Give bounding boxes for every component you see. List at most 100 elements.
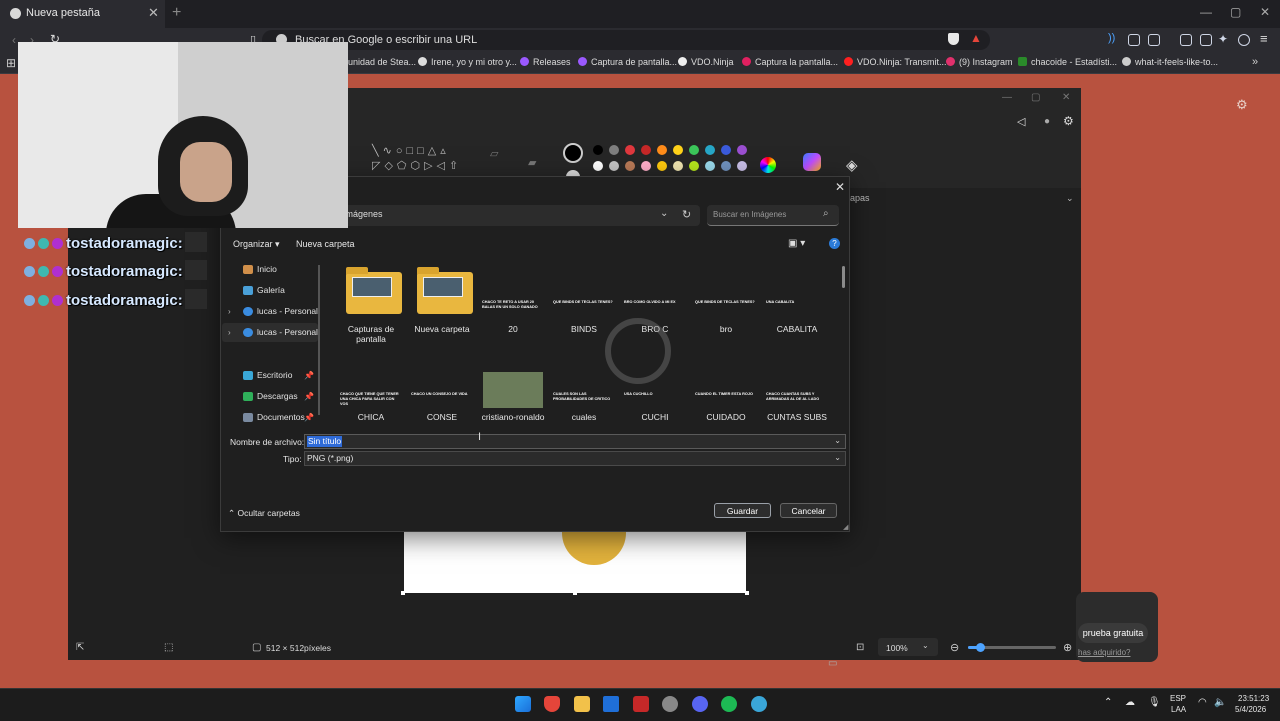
save-button[interactable]: Guardar — [714, 503, 771, 518]
zoom-out-icon[interactable]: ⊖ — [950, 641, 959, 654]
chevron-down-icon[interactable]: ⌄ — [1066, 193, 1074, 204]
color-swatch[interactable] — [689, 161, 699, 171]
brave-shield-icon[interactable] — [948, 33, 959, 45]
nav-item-onedrive-2[interactable]: › lucas - Personal — [222, 323, 318, 342]
copilot-icon[interactable] — [803, 153, 821, 171]
color-swatch[interactable] — [721, 161, 731, 171]
color-swatch[interactable] — [673, 145, 683, 155]
bookmark-vdoninja-transmit[interactable]: VDO.Ninja: Transmit... — [844, 57, 947, 67]
canvas-handle[interactable] — [573, 591, 577, 595]
fill-icon[interactable]: ▰ — [528, 156, 536, 169]
color-swatch[interactable] — [673, 161, 683, 171]
layout-code[interactable]: LAA — [1171, 705, 1186, 714]
cancel-button[interactable]: Cancelar — [780, 503, 837, 518]
filename-input[interactable]: Sin título ⌄ — [304, 434, 846, 449]
maximize-icon[interactable]: ▢ — [1230, 5, 1241, 19]
new-tab-button[interactable]: + — [172, 4, 181, 22]
mic-icon[interactable]: 🎙 — [1148, 697, 1161, 708]
leo-ai-icon[interactable]: ✦ — [1218, 32, 1228, 46]
zoom-slider-thumb[interactable] — [976, 643, 985, 652]
wifi-icon[interactable]: ◠ — [1198, 697, 1207, 708]
file-item[interactable]: CHACO QUE TIENE QUE TENER UNA CHICA PARA… — [338, 362, 404, 442]
nav-item-descargas[interactable]: Descargas 📌 — [222, 387, 318, 406]
clock-date[interactable]: 5/4/2026 — [1235, 705, 1266, 714]
folder-search-input[interactable]: Buscar en Imágenes ⌕ — [707, 205, 839, 226]
color-swatch[interactable] — [609, 161, 619, 171]
edit-colors-icon[interactable] — [760, 157, 776, 173]
color-swatch[interactable] — [641, 145, 651, 155]
color-swatch[interactable] — [737, 145, 747, 155]
bookmark-vdoninja[interactable]: VDO.Ninja — [678, 57, 734, 67]
hide-folders-button[interactable]: ⌃ Ocultar carpetas — [228, 508, 300, 519]
resize-grip-icon[interactable]: ◢ — [843, 523, 848, 531]
file-item[interactable]: CUALES SON LAS PROBABILIDADES DE CRITICO… — [551, 362, 617, 442]
brave-icon[interactable] — [544, 696, 560, 712]
zoom-in-icon[interactable]: ⊕ — [1063, 641, 1072, 654]
nav-item-documentos[interactable]: Documentos 📌 — [222, 408, 318, 427]
apps-icon[interactable]: ⊞ — [6, 56, 16, 70]
color-swatch[interactable] — [721, 145, 731, 155]
wallet-icon[interactable] — [1148, 34, 1160, 46]
new-folder-button[interactable]: Nueva carpeta — [296, 239, 355, 249]
file-item[interactable]: cristiano-ronaldo — [480, 362, 546, 442]
file-item[interactable]: CHACO UN CONSEJO DE VIDA CONSE — [409, 362, 475, 442]
trial-button[interactable]: prueba gratuita — [1078, 623, 1148, 643]
video-app-icon[interactable] — [633, 696, 649, 712]
brave-rewards-icon[interactable]: ▲ — [970, 31, 982, 45]
color-swatch[interactable] — [593, 145, 603, 155]
bookmark-steam[interactable]: unidad de Stea... — [348, 57, 416, 67]
address-breadcrumb[interactable]: Imágenes ⌄ — [340, 205, 700, 226]
volume-icon[interactable]: 🔈 — [1214, 697, 1226, 708]
file-item[interactable]: UNA CABALITA CABALITA — [764, 262, 830, 342]
vpn-icon[interactable] — [1238, 34, 1250, 46]
canvas-handle[interactable] — [401, 591, 405, 595]
paint-minimize-icon[interactable]: — — [1002, 92, 1012, 103]
bookmark-irene[interactable]: Irene, yo y mi otro y... — [418, 57, 517, 67]
bing-icon[interactable] — [603, 696, 619, 712]
dialog-close-icon[interactable]: ✕ — [835, 180, 845, 194]
nav-pane-scrollbar[interactable] — [318, 265, 320, 415]
file-item[interactable]: QUE BINDS DE TECLAS TENES? BINDS — [551, 262, 617, 342]
nav-item-galeria[interactable]: Galería — [222, 281, 318, 300]
file-item[interactable]: CHACO CUANTAS SUBS Y ARRIMADAS AL DE AL … — [764, 362, 830, 442]
extensions-icon[interactable] — [1128, 34, 1140, 46]
color-swatch[interactable] — [625, 161, 635, 171]
view-options-icon[interactable]: ▣ ▾ — [788, 238, 805, 249]
outline-icon[interactable]: ▱ — [490, 147, 498, 160]
github-icon[interactable] — [662, 696, 678, 712]
close-window-icon[interactable]: ✕ — [1260, 5, 1270, 19]
nav-item-onedrive-1[interactable]: › lucas - Personal — [222, 302, 318, 321]
primary-color-selector[interactable] — [563, 143, 583, 163]
menu-icon[interactable]: ≡ — [1260, 31, 1268, 46]
back-icon[interactable]: ‹ — [12, 33, 16, 47]
color-swatch[interactable] — [609, 145, 619, 155]
language-code[interactable]: ESP — [1170, 694, 1186, 703]
paint-maximize-icon[interactable]: ▢ — [1031, 92, 1040, 103]
browser-tab[interactable]: Nueva pestaña ✕ — [0, 0, 165, 28]
close-tab-icon[interactable]: ✕ — [148, 5, 159, 21]
fit-to-window-icon[interactable]: ⊡ — [856, 642, 864, 653]
onedrive-icon[interactable]: ☁ — [1125, 697, 1135, 708]
chevron-down-icon[interactable]: ⌄ — [660, 208, 668, 219]
audio-icon[interactable]: )) — [1108, 32, 1115, 44]
refresh-icon[interactable]: ↻ — [682, 208, 691, 221]
feedback-icon[interactable]: ◁ — [1017, 115, 1025, 128]
organize-button[interactable]: Organizar ▾ — [233, 239, 280, 250]
bookmark-instagram[interactable]: (9) Instagram — [946, 57, 1013, 67]
address-bar[interactable]: Buscar en Google o escribir una URL — [262, 30, 990, 50]
color-swatch[interactable] — [705, 145, 715, 155]
ntp-settings-icon[interactable]: ⚙ — [1236, 97, 1248, 113]
chevron-down-icon[interactable]: ⌄ — [834, 436, 841, 445]
color-swatch[interactable] — [625, 145, 635, 155]
color-swatch[interactable] — [593, 161, 603, 171]
clock-time[interactable]: 23:51:23 — [1238, 694, 1269, 703]
folder-item[interactable]: Nueva carpeta — [409, 262, 475, 342]
nav-item-inicio[interactable]: Inicio — [222, 260, 318, 279]
windows-start-icon[interactable] — [515, 696, 531, 712]
discord-icon[interactable] — [692, 696, 708, 712]
canvas-handle[interactable] — [745, 591, 749, 595]
color-swatch[interactable] — [705, 161, 715, 171]
file-item[interactable]: CUANDO EL TIMER ESTA ROJO CUIDADO — [693, 362, 759, 442]
color-swatch[interactable] — [737, 161, 747, 171]
folder-item[interactable]: Capturas de pantalla — [338, 262, 404, 344]
